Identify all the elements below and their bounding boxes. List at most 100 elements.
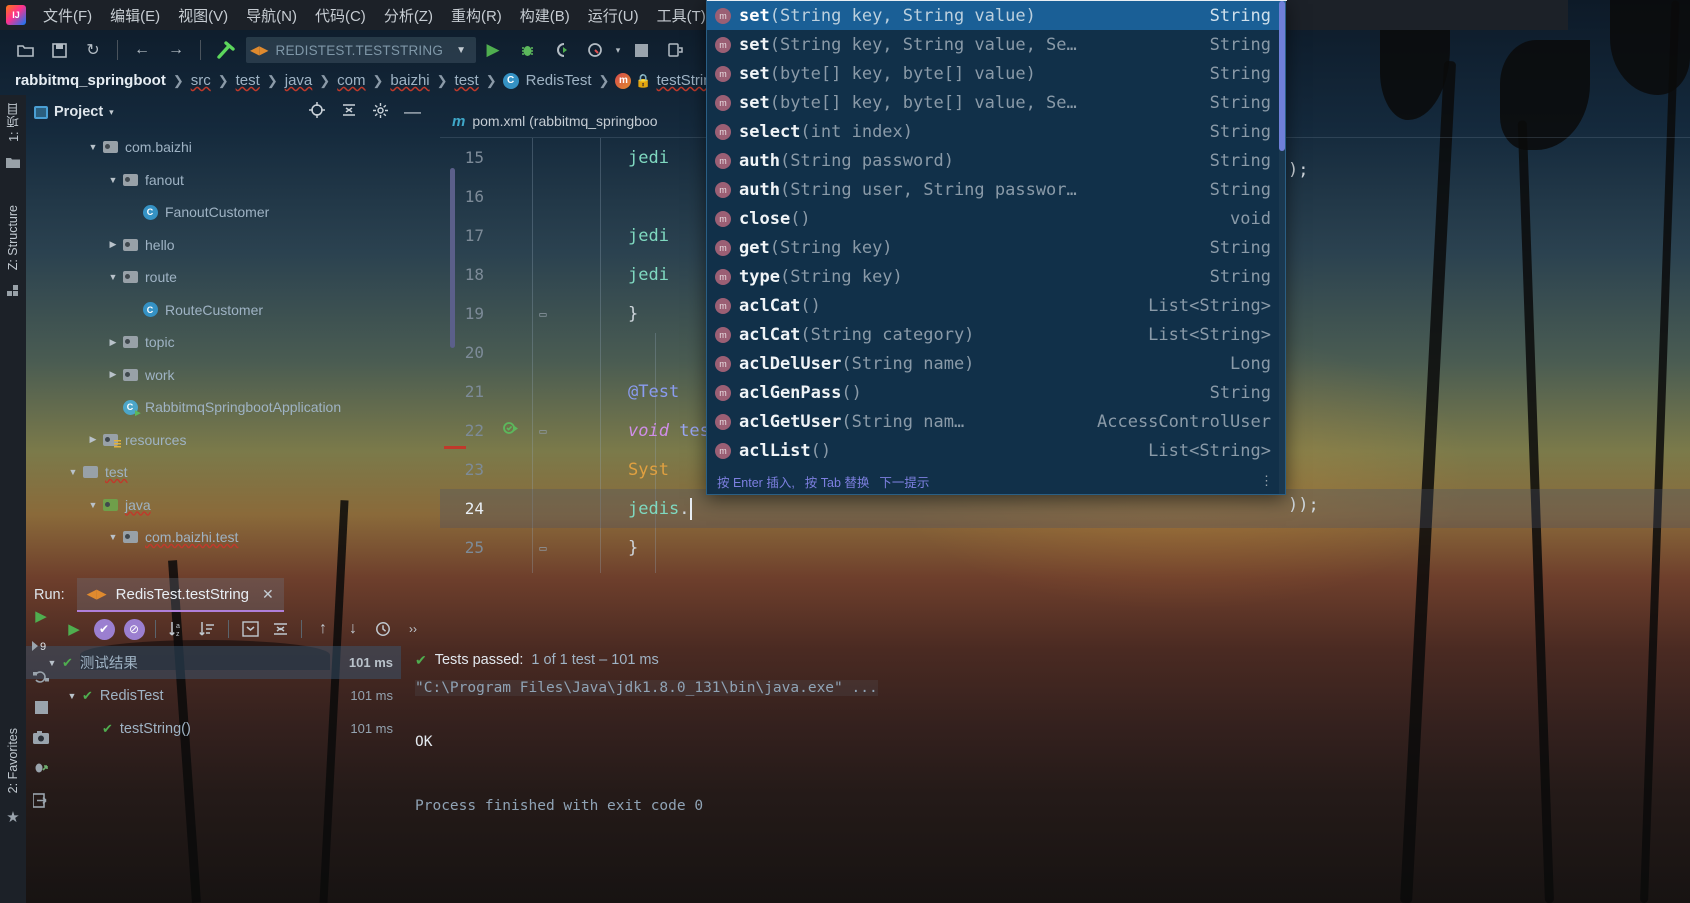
completion-item[interactable]: m set (byte[] key, byte[] value) String [707,59,1285,88]
rail-structure-button[interactable]: Z: Structure [6,197,20,278]
breadcrumb-baizhi[interactable]: baizhi [387,72,432,89]
locate-icon[interactable] [304,102,330,122]
tree-node[interactable]: ▶CRabbitmqSpringbootApplication [26,391,434,424]
completion-item[interactable]: m set (byte[] key, byte[] value, Se… String [707,88,1285,117]
completion-item[interactable]: m aclCat (String category) List<String> [707,320,1285,349]
run-with-coverage-icon[interactable] [548,37,574,63]
collapse-arrow-icon[interactable]: ▶ [106,239,120,250]
forward-arrow-icon[interactable]: → [163,37,189,63]
build-loop-icon[interactable] [33,670,49,687]
code-line[interactable]: 25 ▭} [440,528,1690,567]
sort-alphabetically-icon[interactable]: az [163,616,191,642]
test-history-icon[interactable] [369,616,397,642]
collapse-all-icon[interactable] [336,102,362,122]
show-ignored-icon[interactable]: ⊘ [120,616,148,642]
chevron-down-icon[interactable]: ▼ [450,45,472,56]
ant-build-icon[interactable] [33,761,49,779]
breadcrumb-project[interactable]: rabbitmq_springboot [12,72,169,89]
breadcrumb-test2[interactable]: test [452,72,482,89]
completion-item[interactable]: m aclDelUser (String name) Long [707,349,1285,378]
code-fold-icon[interactable]: ▭ [528,541,558,555]
collapse-arrow-icon[interactable]: ▶ [106,369,120,380]
tree-node[interactable]: ▼ route [26,261,434,294]
breadcrumb-test[interactable]: test [233,72,263,89]
completion-item[interactable]: m set (String key, String value) String [707,1,1285,30]
run-test-icon[interactable] [496,421,528,441]
popup-scrollbar-thumb[interactable] [1279,1,1285,151]
device-manager-icon[interactable] [662,37,688,63]
completion-item[interactable]: m auth (String password) String [707,146,1285,175]
menu-navigate[interactable]: 导航(N) [237,3,306,28]
gear-icon[interactable] [368,102,393,122]
folder-icon[interactable] [6,157,20,172]
run-tab-redistest[interactable]: ◀▶ RedisTest.testString ✕ [76,578,284,612]
star-icon[interactable]: ★ [6,808,19,826]
code-fold-icon[interactable]: ▭ [528,424,558,438]
tree-node[interactable]: ▼ test [26,456,434,489]
tree-node[interactable]: ▶ topic [26,326,434,359]
completion-item[interactable]: m aclGenPass() String [707,378,1285,407]
menu-view[interactable]: 视图(V) [169,3,237,28]
popup-scrollbar[interactable] [1279,1,1285,494]
completion-item[interactable]: m type (String key) String [707,262,1285,291]
menu-analyze[interactable]: 分析(Z) [375,3,442,28]
completion-item[interactable]: m select (int index) String [707,117,1285,146]
menu-file[interactable]: 文件(F) [34,3,101,28]
tree-node[interactable]: ▼ fanout [26,164,434,197]
minimize-icon[interactable]: — [399,102,426,122]
completion-item[interactable]: m aclGetUser (String nam… AccessControlUser [707,407,1285,436]
tree-node[interactable]: ▶CFanoutCustomer [26,196,434,229]
tree-node[interactable]: ▼ java [26,489,434,522]
collapse-arrow-icon[interactable]: ▶ [106,337,120,348]
show-passed-icon[interactable]: ✔ [90,616,118,642]
completion-item[interactable]: m close() void [707,204,1285,233]
completion-item[interactable]: m aclList() List<String> [707,436,1285,465]
completion-item[interactable]: m auth (String user, String passwor… String [707,175,1285,204]
sort-by-duration-icon[interactable] [193,616,221,642]
tree-node[interactable]: ▶CRouteCustomer [26,294,434,327]
code-completion-popup[interactable]: m set (String key, String value) String m set… [706,0,1287,495]
menu-code[interactable]: 代码(C) [306,3,375,28]
tree-node[interactable]: ▶ work [26,359,434,392]
console-output[interactable]: ✔ Tests passed: 1 of 1 test – 101 ms "C:… [401,646,1690,903]
expand-arrow-icon[interactable]: ▼ [66,467,80,477]
expand-arrow-icon[interactable]: ▼ [86,142,100,152]
menu-run[interactable]: 运行(U) [579,3,648,28]
breadcrumb-com[interactable]: com [334,72,368,89]
project-tree[interactable]: ▼ com.baizhi ▼ fanout ▶ C FanoutCustomer ▶ hello… [26,129,434,554]
save-icon[interactable] [46,37,72,63]
test-tree-row[interactable]: ▼ ✔ RedisTest 101 ms [26,679,401,712]
back-arrow-icon[interactable]: ← [129,37,155,63]
collapse-arrow-icon[interactable]: ▶ [86,434,100,445]
chevron-down-icon[interactable]: ▾ [109,107,114,118]
code-fold-icon[interactable]: ▭ [528,307,558,321]
completion-list[interactable]: m set (String key, String value) String m set… [707,1,1285,468]
expand-arrow-icon[interactable]: ▼ [86,500,100,510]
breadcrumb-src[interactable]: src [188,72,214,89]
test-tree-row[interactable]: ✔ testString() 101 ms [26,712,401,745]
more-icon[interactable]: ⋮ [1260,473,1275,489]
tree-node[interactable]: ▶ resources [26,424,434,457]
stop-square-icon[interactable] [34,701,48,717]
tree-node[interactable]: ▶ hello [26,229,434,262]
rail-project-button[interactable]: 1: 项目 [4,95,23,150]
tree-node[interactable]: ▼ com.baizhi.test [26,521,434,554]
more-icon[interactable]: ›› [399,616,427,642]
expand-arrow-icon[interactable]: ▼ [62,691,82,701]
expand-arrow-icon[interactable]: ▼ [106,272,120,282]
profile-icon[interactable] [582,37,608,63]
run-configuration-selector[interactable]: ◀▶ REDISTEST.TESTSTRING ▼ [246,37,476,63]
chevron-down-icon[interactable]: ▾ [612,37,624,63]
run-icon[interactable]: ▶ [35,607,47,625]
hammer-icon[interactable] [212,37,238,63]
expand-all-icon[interactable] [236,616,264,642]
completion-item[interactable]: m set (String key, String value, Se… String [707,30,1285,59]
menu-tools[interactable]: 工具(T) [648,3,715,28]
expand-arrow-icon[interactable]: ▼ [106,175,120,185]
menu-refactor[interactable]: 重构(R) [442,3,511,28]
sync-icon[interactable]: ↻ [80,37,106,63]
debug-icon[interactable] [514,37,540,63]
test-results-tree[interactable]: ▼ ✔ 测试结果 101 ms ▼ ✔ RedisTest 101 ms ✔ testString… [26,646,401,903]
completion-item[interactable]: m aclCat() List<String> [707,291,1285,320]
terminal-icon[interactable] [32,793,49,811]
